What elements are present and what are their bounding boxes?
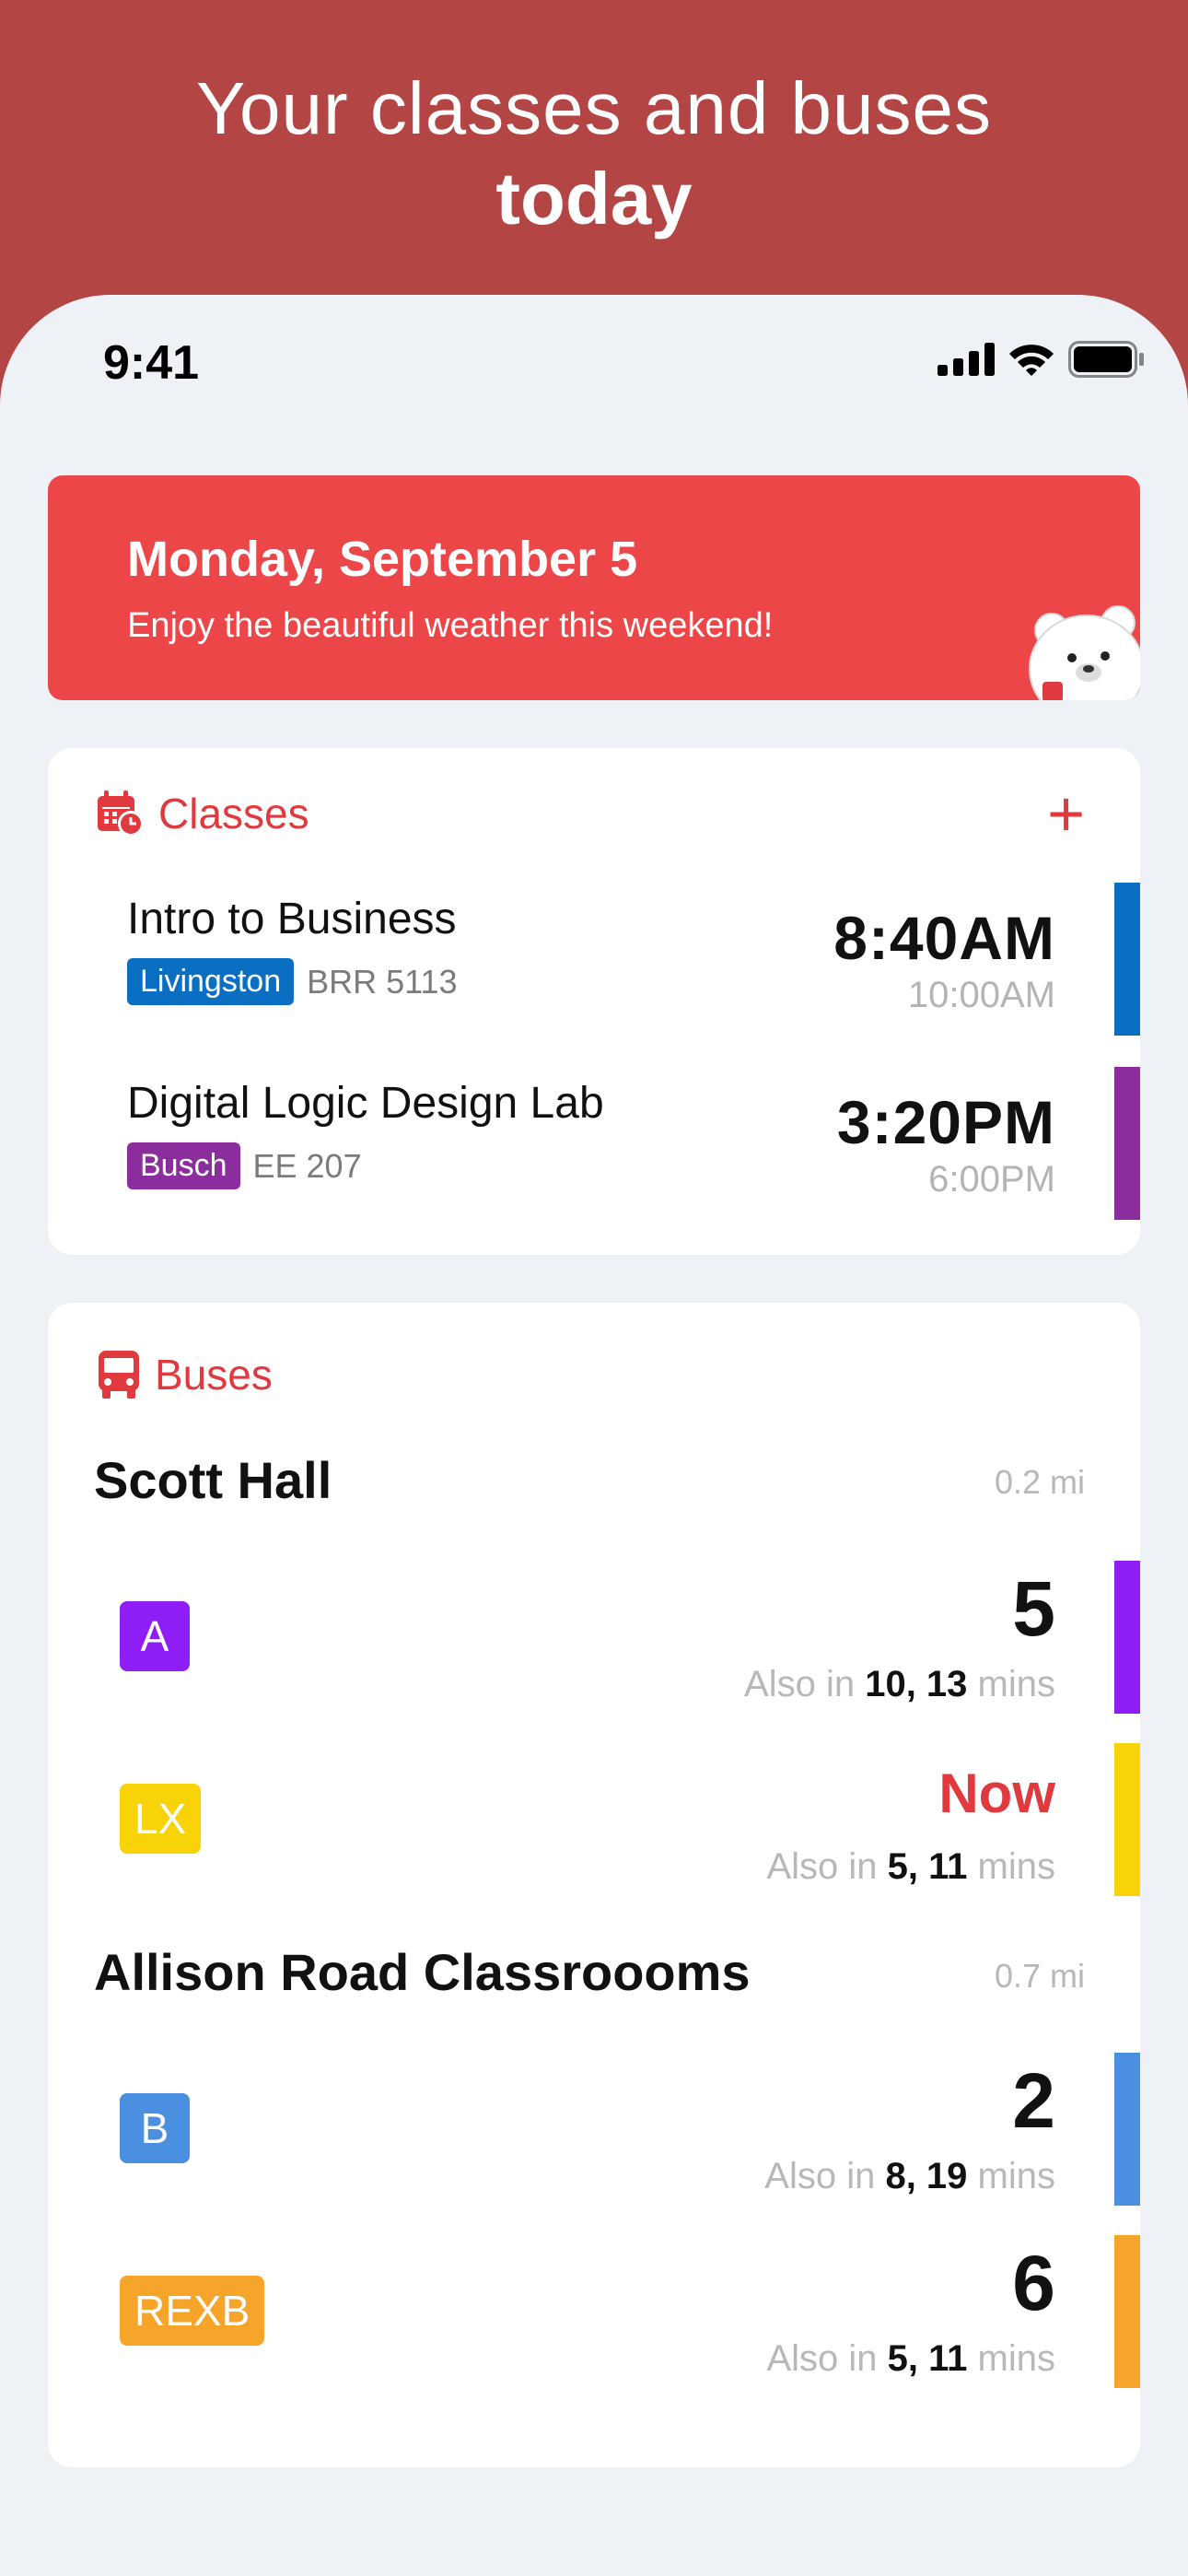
classes-card: Classes + Intro to Business Livingston B… [48, 748, 1140, 1255]
class-room: BRR 5113 [307, 962, 458, 1001]
next-arrivals-prefix: Also in [744, 1664, 856, 1704]
bus-eta: 5 [1012, 1565, 1055, 1652]
promo-header: Your classes and buses today [0, 0, 1188, 304]
stop-distance: 0.7 mi [994, 1957, 1085, 1995]
bus-eta: Now [938, 1762, 1055, 1824]
class-name: Intro to Business [127, 895, 457, 943]
class-row[interactable]: Digital Logic Design Lab Busch EE 207 3:… [48, 1067, 1140, 1220]
next-arrivals-prefix: Also in [766, 1846, 878, 1887]
next-arrivals-suffix: mins [977, 1846, 1055, 1887]
next-arrivals-times: 5, 11 [887, 2338, 968, 2379]
next-arrivals-times: 5, 11 [887, 1846, 968, 1887]
route-color-bar [1114, 1743, 1140, 1896]
status-bar: 9:41 [0, 295, 1188, 442]
stop-name[interactable]: Allison Road Classroooms [94, 1942, 751, 2002]
phone-screen: 9:41 Monday, September 5 Enjoy the beaut… [0, 295, 1188, 2576]
stop-name[interactable]: Scott Hall [94, 1450, 332, 1510]
add-class-button[interactable]: + [1047, 781, 1085, 846]
route-color-bar [1114, 2235, 1140, 2388]
banner-message: Enjoy the beautiful weather this weekend… [127, 606, 774, 645]
route-badge: A [120, 1601, 190, 1671]
calendar-clock-icon [98, 790, 144, 837]
banner-date: Monday, September 5 [127, 532, 638, 587]
campus-color-bar [1114, 883, 1140, 1036]
next-arrivals-times: 10, 13 [865, 1664, 968, 1704]
wifi-icon [1009, 345, 1054, 376]
battery-icon [1068, 341, 1144, 378]
campus-color-bar [1114, 1067, 1140, 1220]
route-color-bar [1114, 1561, 1140, 1714]
campus-badge: Busch [127, 1142, 240, 1189]
next-arrivals-suffix: mins [977, 2338, 1055, 2379]
status-time: 9:41 [103, 336, 200, 390]
next-arrivals: Also in 10, 13 mins [744, 1664, 1055, 1705]
route-badge: REXB [120, 2276, 265, 2346]
class-start-time: 8:40AM [833, 904, 1055, 972]
route-badge: B [120, 2093, 190, 2163]
next-arrivals-suffix: mins [977, 2156, 1055, 2196]
route-badge: LX [120, 1784, 202, 1854]
next-arrivals-prefix: Also in [766, 2338, 878, 2379]
stop-distance: 0.2 mi [994, 1463, 1085, 1501]
promo-title-line1: Your classes and buses [195, 67, 993, 149]
date-banner: Monday, September 5 Enjoy the beautiful … [48, 475, 1140, 700]
next-arrivals: Also in 8, 19 mins [764, 2156, 1055, 2197]
campus-badge: Livingston [127, 958, 295, 1005]
class-end-time: 10:00AM [907, 975, 1055, 1015]
route-color-bar [1114, 2053, 1140, 2206]
bus-route-row[interactable]: LX Now Also in 5, 11 mins [48, 1743, 1140, 1896]
promo-title-line2: today [495, 158, 693, 240]
buses-header: Buses [96, 1349, 273, 1400]
classes-title: Classes [158, 790, 309, 837]
bus-route-row[interactable]: A 5 Also in 10, 13 mins [48, 1561, 1140, 1714]
bus-icon [99, 1351, 139, 1399]
classes-header: Classes [96, 789, 309, 838]
class-end-time: 6:00PM [928, 1159, 1055, 1200]
bus-eta: 2 [1012, 2057, 1055, 2144]
next-arrivals-prefix: Also in [764, 2156, 876, 2196]
bear-mascot-icon [1029, 605, 1140, 700]
buses-title: Buses [155, 1351, 273, 1399]
class-row[interactable]: Intro to Business Livingston BRR 5113 8:… [48, 883, 1140, 1036]
class-location: Busch EE 207 [127, 1142, 362, 1189]
class-start-time: 3:20PM [836, 1088, 1055, 1156]
class-location: Livingston BRR 5113 [127, 958, 458, 1005]
bus-route-row[interactable]: B 2 Also in 8, 19 mins [48, 2053, 1140, 2206]
next-arrivals: Also in 5, 11 mins [766, 1846, 1055, 1888]
next-arrivals-times: 8, 19 [885, 2156, 968, 2196]
buses-card: Buses Scott Hall 0.2 mi A 5 Also in 10, … [48, 1303, 1140, 2467]
class-room: EE 207 [252, 1146, 362, 1185]
class-name: Digital Logic Design Lab [127, 1079, 604, 1128]
status-icons [938, 341, 1146, 378]
bus-eta: 6 [1012, 2240, 1055, 2326]
bus-route-row[interactable]: REXB 6 Also in 5, 11 mins [48, 2235, 1140, 2388]
next-arrivals: Also in 5, 11 mins [766, 2338, 1055, 2380]
next-arrivals-suffix: mins [977, 1664, 1055, 1704]
cellular-signal-icon [938, 343, 995, 376]
